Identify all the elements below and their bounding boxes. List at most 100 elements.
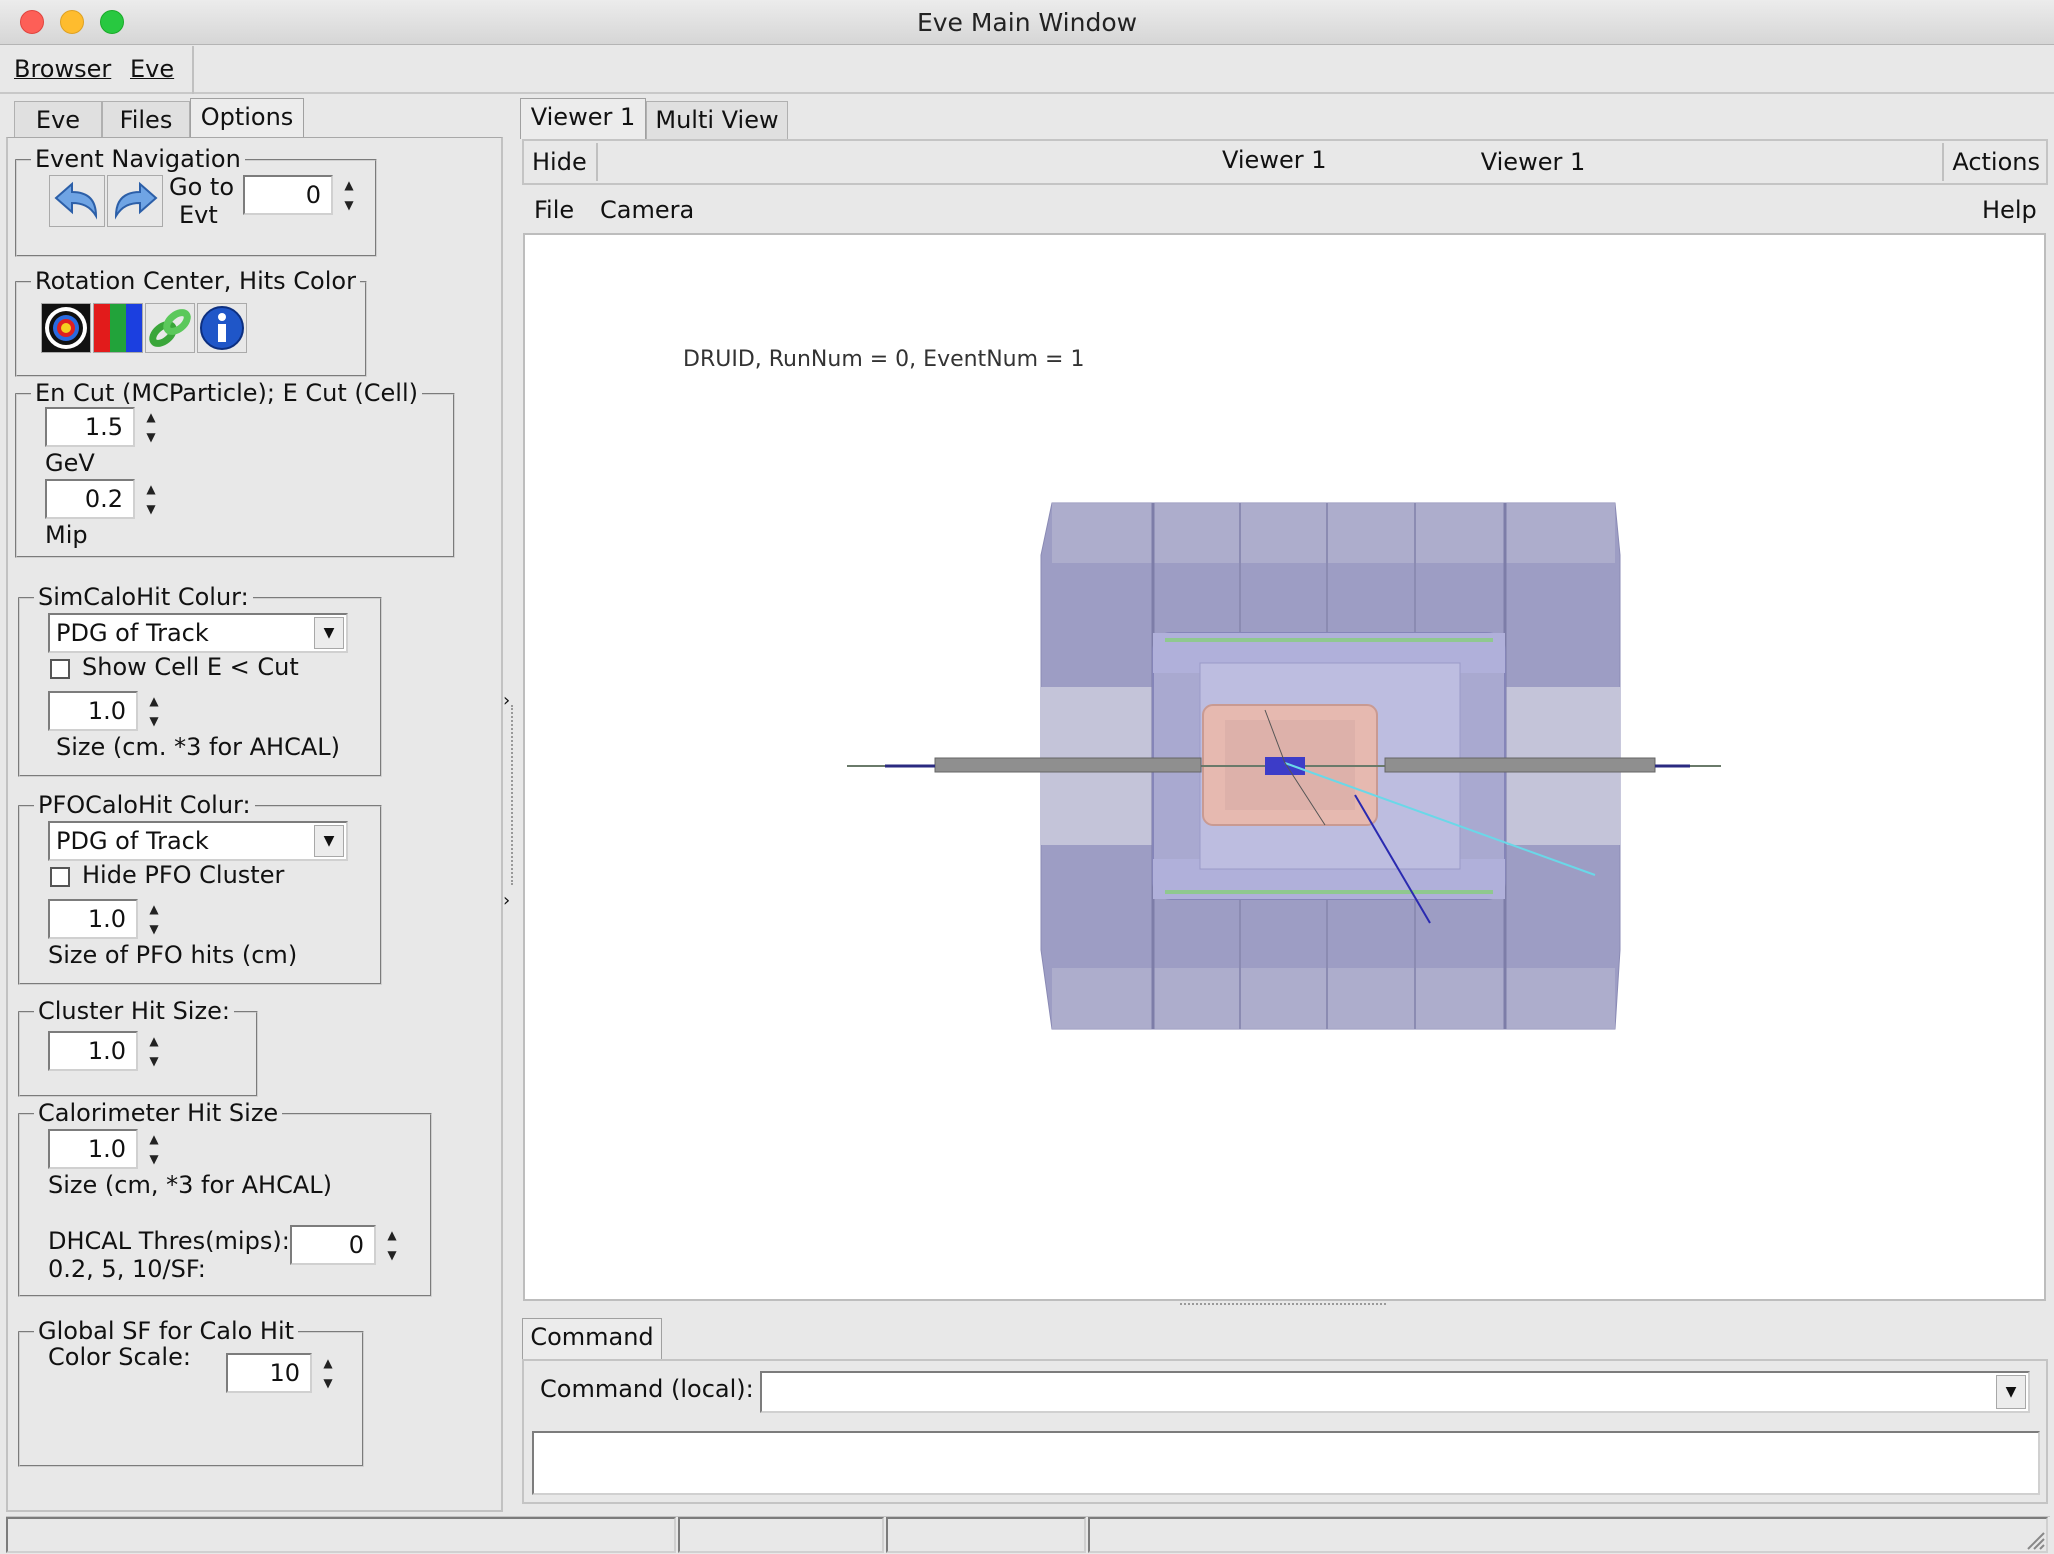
status-field (886, 1517, 1086, 1553)
energy-cut-group: En Cut (MCParticle); E Cut (Cell) 1.5 ▲ ▼… (15, 379, 455, 558)
simcalohit-group: SimCaloHit Colur: PDG of Track ▼ Show Ce… (18, 583, 382, 777)
options-panel: Event Navigation Go to Evt 0 ▲ ▼ Rotation… (6, 137, 503, 1512)
global-sf-title: Global SF for Calo Hit (34, 1317, 299, 1345)
event-number-input[interactable]: 0 (243, 175, 333, 215)
tab-options[interactable]: Options (190, 98, 304, 139)
gl-viewer-canvas[interactable]: DRUID, RunNum = 0, EventNum = 1 (523, 233, 2046, 1301)
stepper-up-icon: ▲ (323, 1356, 333, 1370)
show-cell-e-cut-checkbox[interactable] (50, 659, 70, 679)
next-event-button[interactable] (107, 175, 163, 227)
horizontal-splitter[interactable] (1180, 1303, 1386, 1313)
event-navigation-title: Event Navigation (31, 145, 245, 173)
command-local-label: Command (local): (540, 1375, 754, 1403)
menu-bar: Browser Eve (0, 46, 2054, 94)
simcalohit-color-value: PDG of Track (56, 619, 209, 647)
actions-button[interactable]: Actions (1942, 143, 2046, 181)
global-sf-group: Global SF for Calo Hit Color Scale: 10 ▲… (18, 1317, 364, 1467)
hide-pfo-cluster-checkbox[interactable] (50, 867, 70, 887)
stepper-up-icon: ▲ (149, 902, 159, 916)
simcalohit-size-stepper[interactable]: ▲ ▼ (142, 691, 166, 731)
event-navigation-group: Event Navigation Go to Evt 0 ▲ ▼ (15, 145, 377, 257)
hits-color-button[interactable] (93, 303, 143, 353)
menu-browser[interactable]: Browser (14, 55, 111, 83)
link-button[interactable] (145, 303, 195, 353)
tab-eve[interactable]: Eve (14, 101, 102, 139)
cluster-hit-size-title: Cluster Hit Size: (34, 997, 234, 1025)
stepper-down-icon: ▼ (149, 1152, 159, 1166)
menu-separator (192, 46, 194, 94)
pfocalohit-title: PFOCaloHit Colur: (34, 791, 255, 819)
pfo-hit-size-stepper[interactable]: ▲ ▼ (142, 899, 166, 939)
menu-eve[interactable]: Eve (130, 55, 174, 83)
tab-viewer-1[interactable]: Viewer 1 (520, 98, 646, 139)
cluster-hit-size-group: Cluster Hit Size: 1.0 ▲ ▼ (18, 997, 258, 1097)
previous-event-button[interactable] (49, 175, 105, 227)
stepper-up-icon: ▲ (149, 694, 159, 708)
stepper-down-icon: ▼ (149, 1054, 159, 1068)
stepper-up-icon: ▲ (149, 1132, 159, 1146)
pfocalohit-group: PFOCaloHit Colur: PDG of Track ▼ Hide PF… (18, 791, 382, 985)
stepper-down-icon: ▼ (344, 198, 354, 212)
chevron-down-icon[interactable]: ▼ (1996, 1375, 2026, 1409)
stepper-up-icon: ▲ (149, 1034, 159, 1048)
calorimeter-hit-size-group: Calorimeter Hit Size 1.0 ▲ ▼ Size (cm, *3… (18, 1099, 432, 1297)
window-title: Eve Main Window (916, 8, 1138, 37)
calorimeter-hit-size-title: Calorimeter Hit Size (34, 1099, 283, 1127)
stepper-up-icon: ▲ (146, 482, 156, 496)
calorimeter-hit-size-label: Size (cm, *3 for AHCAL) (48, 1171, 332, 1199)
calorimeter-hit-size-input[interactable]: 1.0 (48, 1129, 138, 1169)
simcalohit-size-input[interactable]: 1.0 (48, 691, 138, 731)
hide-pfo-cluster-label: Hide PFO Cluster (82, 861, 285, 889)
cluster-hit-size-input[interactable]: 1.0 (48, 1031, 138, 1071)
tab-files[interactable]: Files (102, 101, 190, 139)
chevron-down-icon[interactable]: ▼ (314, 617, 344, 649)
cluster-hit-size-stepper[interactable]: ▲ ▼ (142, 1031, 166, 1071)
viewer-menu-file[interactable]: File (534, 191, 574, 229)
tab-multi-view[interactable]: Multi View (646, 101, 788, 139)
evt-label: Evt (179, 201, 218, 229)
pfo-hit-size-input[interactable]: 1.0 (48, 899, 138, 939)
chevron-down-icon[interactable]: ▼ (314, 825, 344, 857)
info-button[interactable] (197, 303, 247, 353)
viewer-title-centered: Viewer 1 (1222, 146, 1327, 174)
chain-link-icon (149, 309, 191, 347)
main-window: Eve Main Window Browser Eve Eve Files Op… (0, 0, 2054, 1554)
color-scale-stepper[interactable]: ▲ ▼ (316, 1353, 340, 1393)
undo-arrow-icon (54, 181, 98, 220)
color-scale-input[interactable]: 10 (226, 1353, 312, 1393)
title-bar: Eve Main Window (0, 0, 2054, 45)
mcparticle-energy-cut-input[interactable]: 1.5 (45, 407, 135, 447)
rotation-center-button[interactable] (41, 303, 91, 353)
hide-button[interactable]: Hide (532, 143, 598, 181)
dhcal-threshold-stepper[interactable]: ▲ ▼ (380, 1225, 404, 1265)
splitter-arrow-icon[interactable]: › (503, 690, 510, 711)
simcalohit-color-select[interactable]: PDG of Track ▼ (48, 613, 348, 653)
dhcal-threshold-values-label: 0.2, 5, 10/SF: (48, 1255, 206, 1283)
viewer-menu-camera[interactable]: Camera (600, 191, 694, 229)
command-input[interactable] (760, 1371, 2030, 1413)
command-output-area[interactable] (532, 1431, 2040, 1495)
event-number-stepper[interactable]: ▲ ▼ (337, 175, 361, 215)
cell-energy-cut-input[interactable]: 0.2 (45, 479, 135, 519)
pfocalohit-color-select[interactable]: PDG of Track ▼ (48, 821, 348, 861)
tab-command[interactable]: Command (522, 1318, 662, 1360)
splitter-arrow-icon[interactable]: › (503, 890, 510, 911)
color-scale-label: Color Scale: (48, 1343, 191, 1371)
stepper-down-icon: ▼ (149, 922, 159, 936)
calorimeter-hit-size-stepper[interactable]: ▲ ▼ (142, 1129, 166, 1169)
simcalohit-size-label: Size (cm. *3 for AHCAL) (56, 733, 340, 761)
rotation-center-title: Rotation Center, Hits Color (31, 267, 360, 295)
dhcal-threshold-input[interactable]: 0 (290, 1225, 376, 1265)
viewer-menu-help[interactable]: Help (1982, 191, 2037, 229)
resize-grip-icon[interactable] (2024, 1529, 2046, 1551)
status-field (678, 1517, 884, 1553)
stepper-down-icon: ▼ (387, 1248, 397, 1262)
cell-energy-cut-stepper[interactable]: ▲ ▼ (139, 479, 163, 519)
vertical-splitter[interactable] (511, 705, 513, 885)
stepper-down-icon: ▼ (149, 714, 159, 728)
stepper-down-icon: ▼ (146, 430, 156, 444)
energy-cut-title: En Cut (MCParticle); E Cut (Cell) (31, 379, 422, 407)
mcparticle-energy-cut-stepper[interactable]: ▲ ▼ (139, 407, 163, 447)
viewer-menu-bar: File Camera Help (522, 187, 2048, 233)
stepper-down-icon: ▼ (146, 502, 156, 516)
